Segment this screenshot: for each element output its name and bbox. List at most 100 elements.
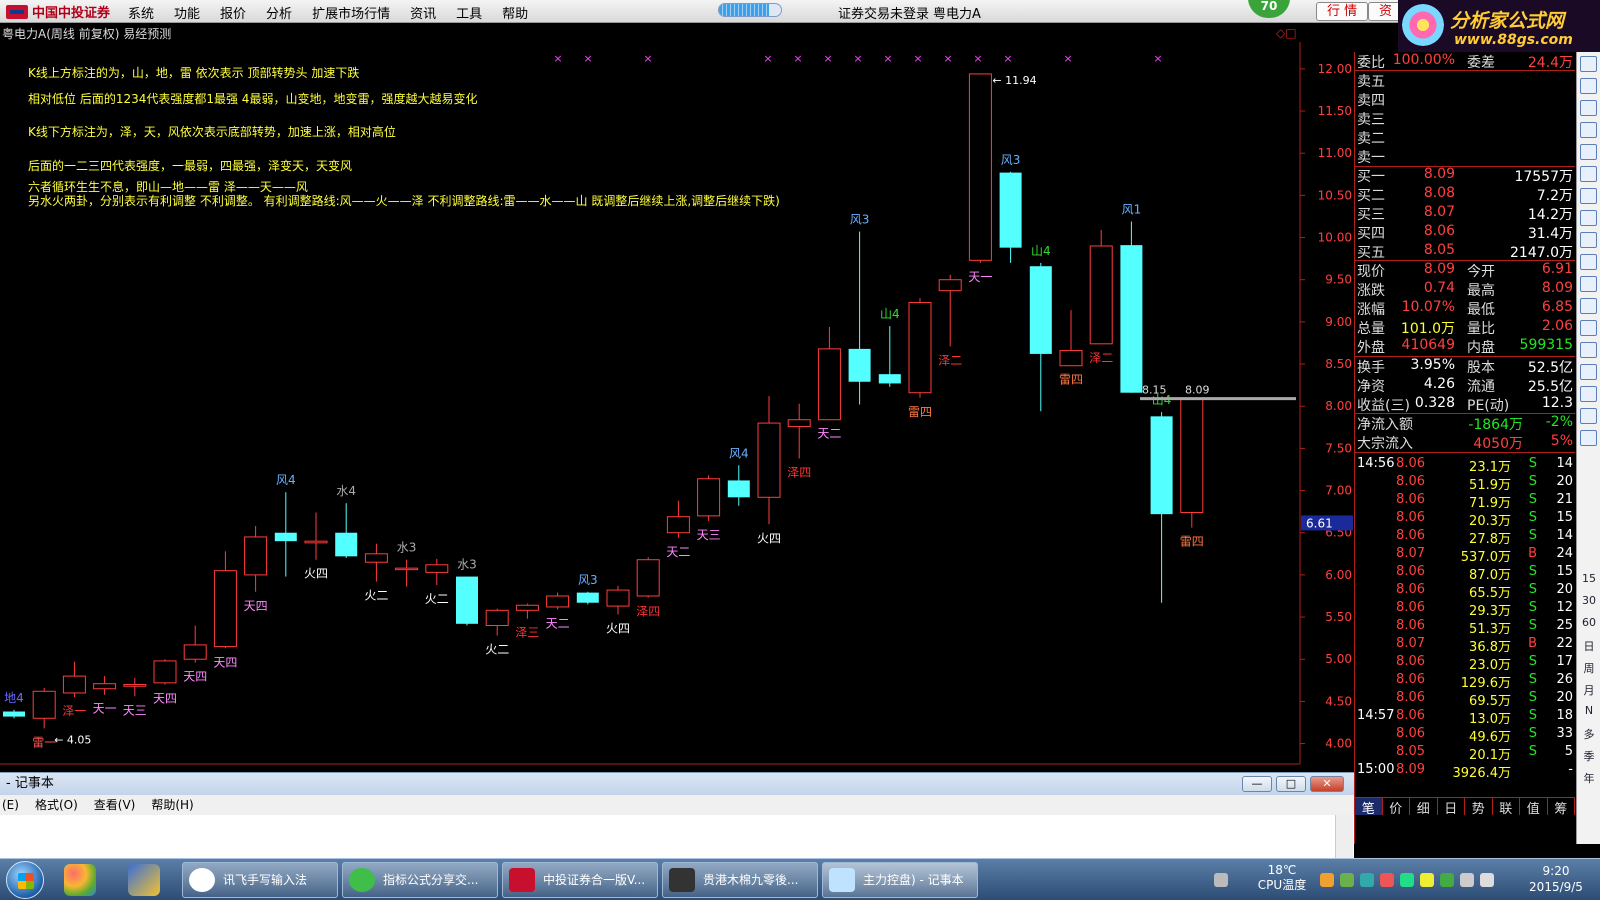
panel-tab[interactable]: 值 (1520, 798, 1548, 817)
toolbar-icon[interactable] (1580, 386, 1597, 402)
taskbar-item-zhongtou[interactable]: 中投证券合一版V... (502, 862, 658, 898)
stat-value: 25.5亿 (1527, 379, 1573, 395)
stat-label: 收益(三) (1357, 398, 1410, 414)
menu-format[interactable]: 格式(O) (35, 795, 78, 815)
start-button[interactable] (6, 861, 44, 899)
tick-count: 14 (1556, 528, 1573, 543)
taskbar-item-chat[interactable]: 贵港木棉九零後... (662, 862, 818, 898)
period-button[interactable]: 周 (1577, 660, 1600, 676)
volume-icon[interactable] (1480, 873, 1494, 887)
period-button[interactable]: 30 (1577, 594, 1600, 607)
tick-price: 8.06 (1396, 582, 1425, 597)
tray-app-icon[interactable] (1340, 873, 1354, 887)
toolbar-icon[interactable] (1580, 144, 1597, 160)
period-button[interactable]: N (1577, 704, 1600, 717)
panel-tab[interactable]: 势 (1465, 798, 1493, 817)
toolbar-icon[interactable] (1580, 364, 1597, 380)
stat-label: 涨幅 (1357, 302, 1385, 318)
order-price: 8.07 (1423, 204, 1455, 220)
close-button[interactable]: ✕ (1310, 776, 1344, 792)
period-button[interactable]: 季 (1577, 748, 1600, 764)
shield-icon[interactable] (1440, 873, 1454, 887)
tick-volume: 20.1万 (1469, 748, 1511, 763)
period-button[interactable]: 月 (1577, 682, 1600, 698)
pinned-app-icon[interactable] (64, 864, 96, 896)
toolbar-icon[interactable] (1580, 254, 1597, 270)
panel-tab[interactable]: 细 (1410, 798, 1438, 817)
period-button[interactable]: 年 (1577, 770, 1600, 786)
candle-label: 泽一 (62, 704, 86, 718)
current-price-tag: 6.61 (1306, 516, 1333, 530)
tick-price: 8.06 (1396, 492, 1425, 507)
toolbar-icon[interactable] (1580, 408, 1597, 424)
panel-tab[interactable]: 联 (1493, 798, 1520, 817)
candle-body (1029, 266, 1052, 354)
candlestick-chart[interactable]: 12.00 11.50 11.00 10.50 10.00 9.50 9.00 8.50 8.0… (0, 0, 1360, 770)
stat-label: 内盘 (1467, 340, 1495, 356)
panel-tab[interactable]: 日 (1438, 798, 1465, 817)
y-tick-label: 7.50 (1325, 441, 1352, 455)
network-icon[interactable] (1460, 873, 1474, 887)
menu-edit[interactable]: (E) (2, 795, 19, 815)
candle-body (153, 660, 177, 684)
minimize-button[interactable]: — (1242, 776, 1272, 792)
candle-body (1120, 245, 1143, 393)
stat-label: 最低 (1467, 302, 1495, 318)
candle-body (727, 480, 750, 498)
tick-row: 8.06 27.8万 S 14 (1355, 528, 1575, 547)
taskbar-item-notepad[interactable]: 主力控盘) - 记事本 (822, 862, 978, 898)
keyboard-icon[interactable] (1214, 873, 1228, 887)
candle-label: 风4 (276, 473, 296, 487)
period-button[interactable]: 多 (1577, 726, 1600, 742)
toolbar-icon[interactable] (1580, 320, 1597, 336)
tick-count: 22 (1556, 636, 1573, 651)
toolbar-icon[interactable] (1580, 122, 1597, 138)
pinned-app-icon[interactable] (128, 864, 160, 896)
clock-date: 2015/9/5 (1529, 880, 1583, 894)
menu-view[interactable]: 查看(V) (94, 795, 136, 815)
tick-side: S (1528, 708, 1537, 723)
toolbar-icon[interactable] (1580, 342, 1597, 358)
maximize-button[interactable]: □ (1276, 776, 1306, 792)
panel-tab[interactable]: 笔 (1355, 798, 1383, 817)
period-button[interactable]: 日 (1577, 638, 1600, 654)
tray-app-icon[interactable] (1380, 873, 1394, 887)
toolbar-icon[interactable] (1580, 166, 1597, 182)
candle-body (304, 540, 328, 544)
tray-app-icon[interactable] (1420, 873, 1434, 887)
stat-value: 2.06 (1541, 318, 1573, 334)
panel-tab[interactable]: 价 (1383, 798, 1410, 817)
notepad-scrollbar[interactable] (1335, 815, 1353, 859)
toolbar-icon[interactable] (1580, 232, 1597, 248)
toolbar-icon[interactable] (1580, 430, 1597, 446)
toolbar-icon[interactable] (1580, 298, 1597, 314)
tray-app-icon[interactable] (1360, 873, 1374, 887)
period-button[interactable]: 15 (1577, 572, 1600, 585)
toolbar-icon[interactable] (1580, 210, 1597, 226)
tray-app-icon[interactable] (1320, 873, 1334, 887)
tick-count: 33 (1556, 726, 1573, 741)
menu-help[interactable]: 帮助(H) (151, 795, 193, 815)
candle-body (606, 589, 630, 607)
toolbar-icon[interactable] (1580, 188, 1597, 204)
toolbar-icon[interactable] (1580, 100, 1597, 116)
tick-row: 8.06 49.6万 S 33 (1355, 726, 1575, 745)
toolbar-icon[interactable] (1580, 56, 1597, 72)
taskbar-item-label: 讯飞手写输入法 (223, 873, 308, 887)
toolbar-icon[interactable] (1580, 276, 1597, 292)
signal-marker: × (583, 52, 592, 65)
candle-label: 火二 (485, 643, 509, 657)
candle-body (938, 279, 962, 292)
candle-body (757, 422, 781, 498)
tick-row: 14:57 8.06 13.0万 S 18 (1355, 708, 1575, 727)
taskbar-item-ifly[interactable]: 讯飞手写输入法 (182, 862, 338, 898)
candle-label: 天一 (93, 702, 117, 716)
candle-label: 天三 (123, 703, 147, 717)
flow-percent: -2% (1545, 414, 1573, 430)
toolbar-icon[interactable] (1580, 78, 1597, 94)
clock[interactable]: 9:20 2015/9/5 (1516, 863, 1596, 895)
tray-app-icon[interactable] (1400, 873, 1414, 887)
panel-tab[interactable]: 筹 (1548, 798, 1575, 817)
period-button[interactable]: 60 (1577, 616, 1600, 629)
taskbar-item-formula-share[interactable]: 指标公式分享交... (342, 862, 498, 898)
